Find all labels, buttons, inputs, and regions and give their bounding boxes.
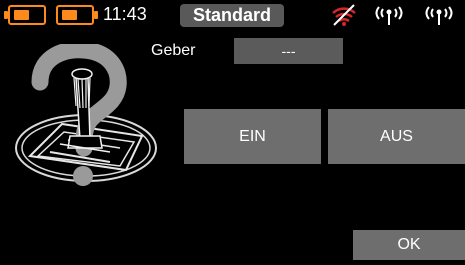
off-button[interactable]: AUS [328,109,465,164]
battery-2-icon [56,5,98,25]
antenna-icon [375,6,403,25]
antenna-icon [425,6,453,25]
ok-button[interactable]: OK [353,230,465,260]
stick-with-question-mark-icon [15,44,157,186]
on-button[interactable]: EIN [184,109,321,164]
geber-label: Geber [151,42,196,59]
geber-selector[interactable]: --- [234,38,343,64]
profile-selector[interactable]: Standard [180,4,284,27]
signal-off-icon [332,4,356,26]
battery-1-icon [4,5,46,25]
clock: 11:43 [103,4,147,24]
